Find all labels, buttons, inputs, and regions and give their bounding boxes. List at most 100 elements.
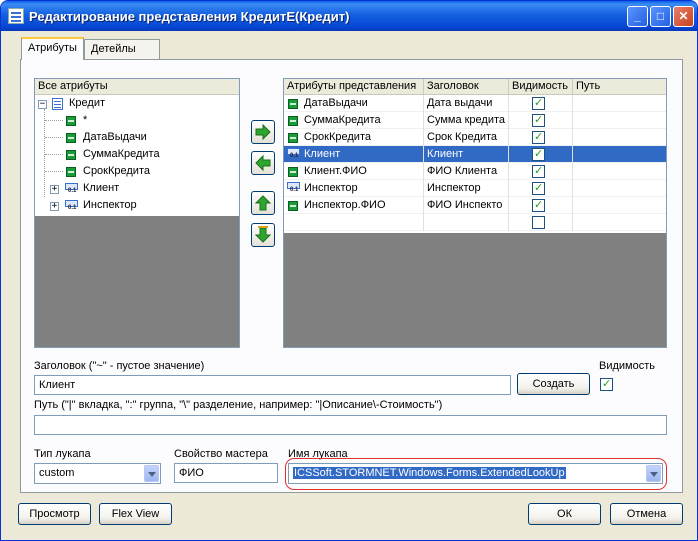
cell-path xyxy=(573,214,666,231)
column-header-caption[interactable]: Заголовок xyxy=(424,79,509,95)
master-prop-input[interactable]: ФИО xyxy=(174,463,278,483)
remove-attribute-button[interactable] xyxy=(251,151,275,175)
expand-icon[interactable]: + xyxy=(50,202,59,211)
ok-button[interactable]: ОК xyxy=(528,503,601,525)
lookup-icon xyxy=(286,181,300,195)
attribute-icon xyxy=(66,167,76,177)
tree-item-label: ДатаВыдачи xyxy=(83,131,147,143)
lookup-type-select[interactable]: custom xyxy=(34,463,161,484)
path-label: Путь ("|" вкладка, ":" группа, "\" разде… xyxy=(34,399,443,411)
caption-input[interactable]: Клиент xyxy=(34,375,511,395)
grid-row[interactable]: СрокКредита Срок Кредита xyxy=(284,129,666,146)
cell-attribute-text: Инспектор xyxy=(304,182,358,194)
tree-item-datavydachi[interactable]: ДатаВыдачи xyxy=(35,129,239,146)
cell-visibility xyxy=(509,146,573,163)
collapse-icon[interactable]: − xyxy=(38,100,47,109)
grid-header: Атрибуты представления Заголовок Видимос… xyxy=(284,79,666,95)
lookup-type-value: custom xyxy=(39,467,75,479)
visibility-checkbox[interactable] xyxy=(532,181,545,195)
cell-visibility xyxy=(509,112,573,129)
cell-attribute-text: СрокКредита xyxy=(304,131,371,143)
grid-row[interactable]: Инспектор Инспектор xyxy=(284,180,666,197)
move-down-button[interactable] xyxy=(251,223,275,247)
flex-view-button[interactable]: Flex View xyxy=(99,503,172,525)
arrow-down-icon xyxy=(254,226,272,243)
cell-attribute-text: Клиент xyxy=(304,148,341,160)
close-button[interactable]: ✕ xyxy=(673,6,694,27)
visibility-checkbox[interactable] xyxy=(532,96,545,110)
visibility-checkbox[interactable] xyxy=(532,198,545,212)
cancel-button[interactable]: Отмена xyxy=(610,503,683,525)
cell-attribute: СуммаКредита xyxy=(284,112,424,129)
cell-path xyxy=(573,95,666,112)
cell-caption: Срок Кредита xyxy=(424,129,509,146)
tree-item-klient[interactable]: + Клиент xyxy=(35,180,239,197)
grid-row-new[interactable] xyxy=(284,214,666,231)
cell-caption: Клиент xyxy=(424,146,509,163)
tree-item-label: Инспектор xyxy=(83,199,137,211)
preview-button[interactable]: Просмотр xyxy=(18,503,91,525)
cell-path xyxy=(573,163,666,180)
maximize-button[interactable]: □ xyxy=(650,6,671,27)
visibility-checkbox[interactable] xyxy=(532,164,545,178)
master-prop-label: Свойство мастера xyxy=(174,448,268,460)
cell-caption: Инспектор xyxy=(424,180,509,197)
visibility-checkbox[interactable] xyxy=(532,216,545,229)
title-bar[interactable]: Редактирование представления КредитЕ(Кре… xyxy=(1,1,697,31)
lookup-icon xyxy=(286,147,300,161)
view-attributes-grid[interactable]: Атрибуты представления Заголовок Видимос… xyxy=(283,78,667,348)
expand-icon[interactable]: + xyxy=(50,185,59,194)
cell-path xyxy=(573,146,666,163)
create-button[interactable]: Создать xyxy=(517,373,590,395)
cell-attribute-text: СуммаКредита xyxy=(304,114,381,126)
tree-root-kredit[interactable]: − Кредит xyxy=(35,95,239,112)
lookup-type-label: Тип лукапа xyxy=(34,448,91,460)
cell-path xyxy=(573,129,666,146)
cell-caption: ФИО Клиента xyxy=(424,163,509,180)
caption-label: Заголовок ("~" - пустое значение) xyxy=(34,360,205,372)
column-header-path[interactable]: Путь xyxy=(573,79,666,95)
add-attribute-button[interactable] xyxy=(251,120,275,144)
cell-attribute: Клиент.ФИО xyxy=(284,163,424,180)
attribute-icon xyxy=(288,116,298,126)
column-header-attribute[interactable]: Атрибуты представления xyxy=(284,79,424,95)
tree-header-label: Все атрибуты xyxy=(38,80,108,92)
tree-item-srokkredita[interactable]: СрокКредита xyxy=(35,163,239,180)
visibility-label: Видимость xyxy=(599,360,655,372)
cell-path xyxy=(573,197,666,214)
visibility-checkbox[interactable] xyxy=(532,130,545,144)
grid-row-selected[interactable]: Клиент Клиент xyxy=(284,146,666,163)
grid-row[interactable]: Клиент.ФИО ФИО Клиента xyxy=(284,163,666,180)
tree-connector xyxy=(45,154,63,155)
visibility-checkbox[interactable] xyxy=(532,113,545,127)
tab-details[interactable]: Детейлы xyxy=(84,39,160,60)
tree-item-star[interactable]: * xyxy=(35,112,239,129)
move-up-button[interactable] xyxy=(251,191,275,215)
grid-row[interactable]: ДатаВыдачи Дата выдачи xyxy=(284,95,666,112)
arrow-left-icon xyxy=(255,154,271,172)
tree-item-label: СуммаКредита xyxy=(83,148,160,160)
attribute-icon xyxy=(288,99,298,109)
cell-caption: ФИО Инспекто xyxy=(424,197,509,214)
cell-path xyxy=(573,180,666,197)
minimize-button[interactable]: _ xyxy=(627,6,648,27)
grid-row[interactable]: СуммаКредита Сумма кредита xyxy=(284,112,666,129)
tree-connector xyxy=(45,137,63,138)
tree-connector xyxy=(45,171,63,172)
cell-attribute-text: Инспектор.ФИО xyxy=(304,199,386,211)
window-icon xyxy=(8,8,24,24)
column-header-visibility[interactable]: Видимость xyxy=(509,79,573,95)
cell-visibility xyxy=(509,129,573,146)
tree-item-summakredita[interactable]: СуммаКредита xyxy=(35,146,239,163)
visibility-checkbox[interactable] xyxy=(532,147,545,161)
arrow-up-icon xyxy=(254,195,272,211)
path-input[interactable] xyxy=(34,415,667,435)
cell-attribute: СрокКредита xyxy=(284,129,424,146)
tab-attributes[interactable]: Атрибуты xyxy=(21,37,84,60)
tree-item-inspektor[interactable]: + Инспектор xyxy=(35,197,239,214)
all-attributes-tree[interactable]: Все атрибуты − Кредит * ДатаВыдачи Сумма… xyxy=(34,78,240,348)
grid-row[interactable]: Инспектор.ФИО ФИО Инспекто xyxy=(284,197,666,214)
cell-attribute: Клиент xyxy=(284,146,424,163)
chevron-down-icon[interactable] xyxy=(144,465,159,482)
visibility-checkbox[interactable] xyxy=(600,377,613,391)
